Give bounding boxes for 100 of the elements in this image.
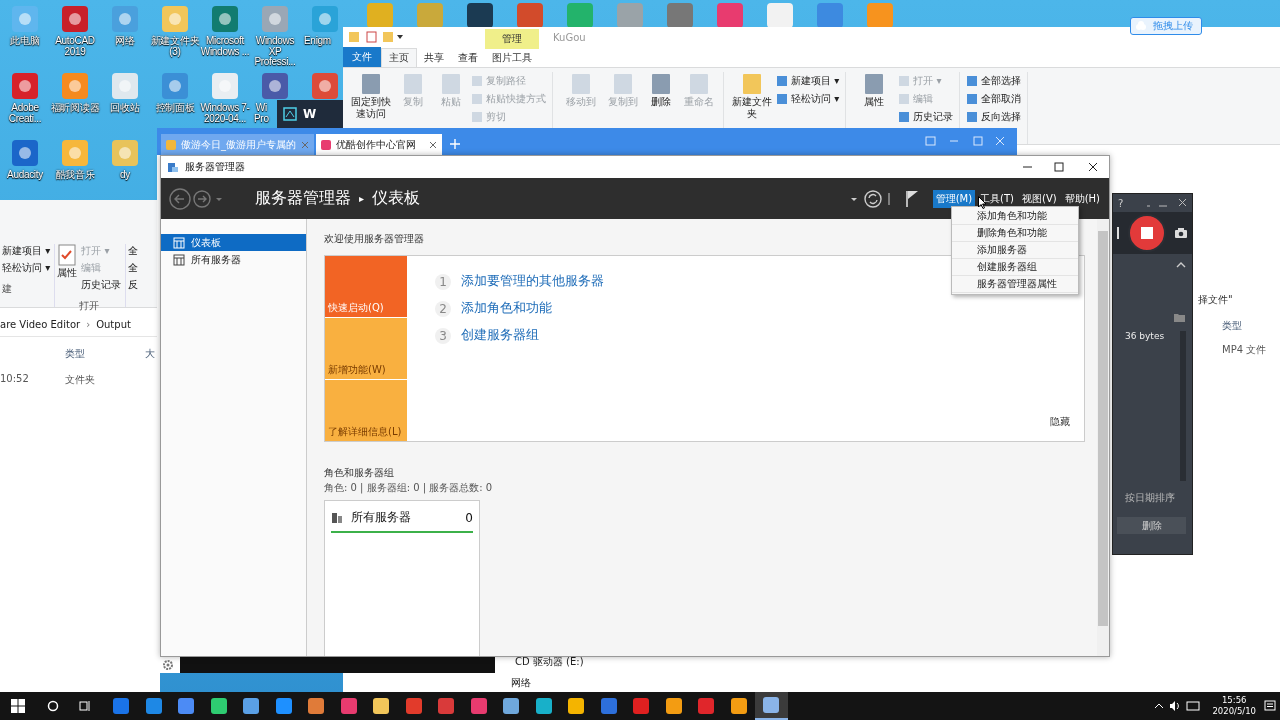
- ribbon-item[interactable]: 全部取消: [966, 92, 1022, 106]
- ribbon-item[interactable]: 新建项目 ▾: [776, 74, 840, 88]
- refresh-icon[interactable]: [850, 188, 891, 209]
- delete-button[interactable]: 删除: [1117, 517, 1186, 534]
- table-cell: 文件夹: [65, 373, 95, 387]
- menu-item[interactable]: 管理(M): [932, 189, 976, 208]
- folder-icon[interactable]: [1174, 313, 1186, 323]
- scrollbar[interactable]: [1097, 219, 1109, 656]
- search-field[interactable]: 择文件": [1198, 293, 1233, 307]
- collapse-icon[interactable]: [1176, 262, 1186, 268]
- navigation-arrows[interactable]: [169, 187, 225, 210]
- ribbon-icon: [966, 93, 979, 105]
- ribbon-icon: [359, 72, 383, 96]
- favicon-icon: [321, 139, 331, 150]
- ribbon-item[interactable]: 历史记录: [81, 278, 122, 292]
- file-tab[interactable]: 文件: [343, 47, 381, 67]
- app-icon[interactable]: [310, 71, 340, 101]
- ribbon-icon: [740, 72, 764, 96]
- app-icon[interactable]: [762, 696, 781, 714]
- app-icon[interactable]: [567, 697, 586, 715]
- divider-mark: [1117, 227, 1119, 239]
- column-header[interactable]: 大: [145, 347, 155, 367]
- sort-option[interactable]: 按日期排序: [1117, 491, 1186, 505]
- menu-item[interactable]: 服务器管理器属性: [952, 276, 1078, 293]
- app-icon[interactable]: [534, 697, 553, 715]
- app-icon[interactable]: [242, 697, 261, 715]
- task-view-icon[interactable]: [79, 700, 91, 712]
- ribbon-icon: [966, 111, 979, 123]
- ribbon-tab[interactable]: 主页: [381, 48, 417, 67]
- ribbon-icon: [401, 72, 425, 96]
- app-icon[interactable]: [372, 697, 391, 715]
- ribbon-tab[interactable]: 查看: [451, 49, 485, 67]
- group-label: 打开: [79, 299, 100, 313]
- server-card[interactable]: 所有服务器 0: [324, 500, 480, 656]
- window-controls[interactable]: [1023, 162, 1099, 172]
- tile[interactable]: 了解详细信息(L): [325, 380, 407, 441]
- table-cell: MP4 文件: [1222, 343, 1267, 357]
- ribbon-item[interactable]: 反向选择: [966, 110, 1022, 124]
- ribbon-button[interactable]: 删除: [643, 72, 679, 108]
- path-segment[interactable]: are Video Editor: [0, 318, 81, 330]
- menu-item[interactable]: 帮助(H): [1061, 189, 1103, 208]
- step-link[interactable]: 创建服务器组: [461, 327, 539, 344]
- step-link[interactable]: 添加角色和功能: [461, 300, 552, 317]
- flag-icon[interactable]: [904, 188, 919, 209]
- app-icon[interactable]: [274, 697, 293, 715]
- ribbon-item[interactable]: 全: [128, 261, 139, 275]
- ribbon-tab[interactable]: 图片工具: [485, 49, 539, 67]
- sidebar-item[interactable]: 所有服务器: [161, 251, 306, 268]
- settings-icon[interactable]: [162, 659, 174, 671]
- ribbon-button[interactable]: 新建文件夹: [730, 72, 774, 120]
- nav-item[interactable]: CD 驱动器 (E:): [515, 655, 673, 669]
- step-number: 2: [435, 300, 451, 317]
- close-icon[interactable]: [429, 140, 437, 149]
- step-link[interactable]: 添加要管理的其他服务器: [461, 273, 604, 290]
- summary-text: 角色: 0 | 服务器组: 0 | 服务器总数: 0: [324, 481, 493, 495]
- clock-time[interactable]: 15:56: [1221, 695, 1247, 706]
- ribbon-button[interactable]: 属性: [57, 266, 78, 280]
- close-icon[interactable]: [301, 140, 309, 149]
- app-icon[interactable]: [307, 697, 326, 715]
- sidebar-item[interactable]: 仪表板: [161, 234, 306, 251]
- menu-item[interactable]: 删除角色和功能: [952, 225, 1078, 242]
- app-icon[interactable]: [466, 2, 494, 28]
- ribbon-item[interactable]: 全部选择: [966, 74, 1022, 88]
- ribbon-item[interactable]: 轻松访问 ▾: [2, 261, 51, 275]
- app-icon[interactable]: [209, 697, 228, 715]
- search-icon[interactable]: [47, 700, 59, 712]
- column-header[interactable]: 类型: [1222, 319, 1242, 333]
- window-title: KuGou: [553, 31, 586, 43]
- column-header[interactable]: 类型: [65, 347, 145, 367]
- ribbon-item[interactable]: 反: [128, 278, 139, 292]
- help-button[interactable]: ?: [1118, 197, 1124, 209]
- browser-tab[interactable]: 优酷创作中心官网: [316, 134, 442, 155]
- tile[interactable]: 新增功能(W): [325, 318, 407, 379]
- new-tab-icon[interactable]: [450, 139, 460, 149]
- app-icon[interactable]: [664, 697, 683, 715]
- menu-item[interactable]: 添加角色和功能: [952, 208, 1078, 225]
- ribbon-item[interactable]: 全: [128, 244, 139, 258]
- notification-icon[interactable]: [1264, 700, 1276, 712]
- app-icon[interactable]: [502, 697, 521, 715]
- ribbon-item[interactable]: 历史记录: [898, 110, 954, 124]
- app-icon[interactable]: [177, 697, 196, 715]
- section-title: 角色和服务器组: [324, 466, 394, 480]
- windows-start-icon[interactable]: [11, 699, 25, 713]
- menu-item[interactable]: 创建服务器组: [952, 259, 1078, 276]
- ribbon-item[interactable]: 新建项目 ▾: [2, 244, 51, 258]
- ribbon-tab[interactable]: 共享: [417, 49, 451, 67]
- menu-item[interactable]: 添加服务器: [952, 242, 1078, 259]
- ribbon-button[interactable]: 固定到快速访问: [349, 72, 393, 120]
- app-icon[interactable]: [729, 697, 748, 715]
- ribbon-item[interactable]: 轻松访问 ▾: [776, 92, 840, 106]
- menu-item[interactable]: 视图(V): [1019, 189, 1060, 208]
- film-icon: [283, 107, 297, 121]
- nav-item[interactable]: 网络: [511, 676, 673, 690]
- hide-link[interactable]: 隐藏: [1050, 415, 1070, 429]
- camera-icon[interactable]: [1174, 227, 1188, 239]
- app-icon[interactable]: [144, 697, 163, 715]
- path-segment[interactable]: Output: [96, 318, 131, 330]
- ribbon-icon: [898, 75, 911, 87]
- ribbon-button[interactable]: 属性: [852, 72, 897, 108]
- clock-date[interactable]: 2020/5/10: [1212, 706, 1256, 717]
